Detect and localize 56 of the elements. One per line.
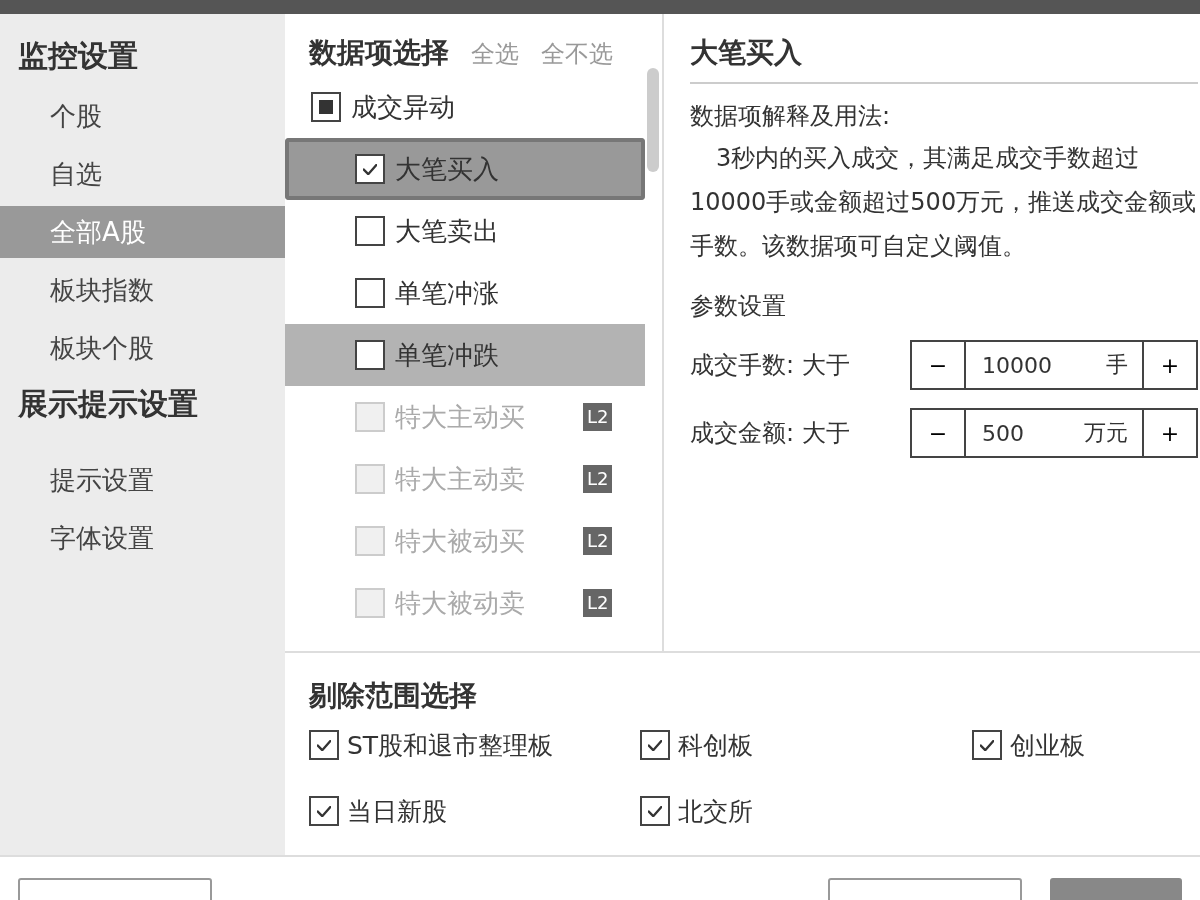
option-label: ST股和退市整理板 xyxy=(347,729,554,762)
checkbox[interactable] xyxy=(355,340,385,370)
data-item-row[interactable]: 单笔冲跌 xyxy=(285,324,645,386)
level-badge: L2 xyxy=(583,527,613,555)
data-item-label: 成交异动 xyxy=(351,90,455,124)
checkbox[interactable] xyxy=(972,730,1002,760)
data-item-label: 特大主动卖 xyxy=(395,462,525,496)
check-icon xyxy=(317,739,331,751)
sidebar-item[interactable]: 自选 xyxy=(0,148,285,200)
data-item-label: 大笔买入 xyxy=(395,152,499,186)
check-icon xyxy=(648,739,662,751)
checkbox[interactable] xyxy=(309,796,339,826)
data-item-label: 大笔卖出 xyxy=(395,214,499,248)
check-icon xyxy=(648,805,662,817)
scrollbar-thumb[interactable] xyxy=(647,68,659,172)
params-heading: 参数设置 xyxy=(690,291,787,322)
checkbox[interactable] xyxy=(355,278,385,308)
checkbox[interactable] xyxy=(355,216,385,246)
sidebar-group-title: 监控设置 xyxy=(17,37,139,75)
data-item-label: 单笔冲跌 xyxy=(395,338,499,372)
sidebar-item[interactable]: 字体设置 xyxy=(0,512,285,564)
explanation-heading: 数据项解释及用法: xyxy=(690,101,892,132)
data-item-label: 单笔冲涨 xyxy=(395,276,499,310)
sidebar-group-title: 展示提示设置 xyxy=(17,385,199,423)
option-label: 创业板 xyxy=(1010,729,1085,762)
data-item-row[interactable]: 成交异动 xyxy=(285,76,645,138)
explanation-text: 3秒内的买入成交，其满足成交手数超过10000手或金额超过500万元，推送成交金额或手数。该数据项可自定义阈值。 xyxy=(690,143,1198,262)
section-title: 剔除范围选择 xyxy=(309,678,478,714)
data-item-row[interactable]: 大笔买入 xyxy=(285,138,645,200)
option-label: 当日新股 xyxy=(347,795,447,828)
param-label: 成交手数: 大于 xyxy=(690,350,851,381)
option-label: 北交所 xyxy=(678,795,753,828)
level-badge: L2 xyxy=(583,403,613,431)
sidebar-item[interactable]: 板块个股 xyxy=(0,322,285,374)
sidebar-item[interactable]: 个股 xyxy=(0,90,285,142)
data-item-row[interactable]: 单笔冲涨 xyxy=(285,262,645,324)
param-label: 成交金额: 大于 xyxy=(690,418,851,449)
level-badge: L2 xyxy=(583,465,613,493)
data-item-label: 特大主动买 xyxy=(395,400,525,434)
checkbox[interactable] xyxy=(309,730,339,760)
checkbox[interactable] xyxy=(355,154,385,184)
level-badge: L2 xyxy=(583,589,613,617)
sidebar-item[interactable]: 提示设置 xyxy=(0,454,285,506)
data-item-label: 特大被动买 xyxy=(395,524,525,558)
check-icon xyxy=(980,739,994,751)
checkbox[interactable] xyxy=(311,92,341,122)
checkbox[interactable] xyxy=(640,730,670,760)
checkbox[interactable] xyxy=(640,796,670,826)
sidebar-item[interactable]: 板块指数 xyxy=(0,264,285,316)
check-icon xyxy=(363,163,377,175)
check-icon xyxy=(317,805,331,817)
detail-title: 大笔买入 xyxy=(690,34,1198,84)
option-label: 科创板 xyxy=(678,729,753,762)
data-item-row[interactable]: 大笔卖出 xyxy=(285,200,645,262)
data-item-label: 特大被动卖 xyxy=(395,586,525,620)
section-title: 数据项选择 xyxy=(309,35,449,71)
